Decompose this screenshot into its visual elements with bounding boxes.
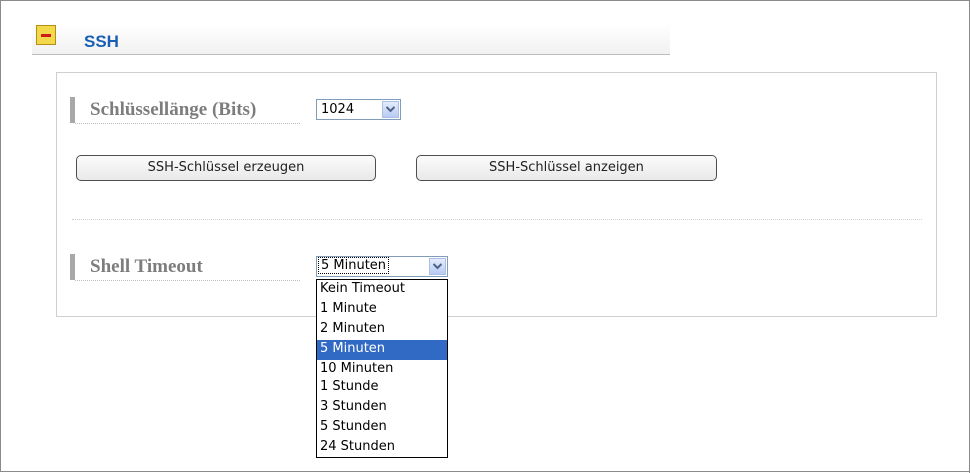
dropdown-option[interactable]: 2 Minuten <box>317 320 447 340</box>
minus-icon <box>41 34 51 37</box>
shell-timeout-label: Shell Timeout <box>90 256 203 277</box>
chevron-down-icon[interactable] <box>382 101 399 118</box>
key-length-label: Schlüssellänge (Bits) <box>90 99 257 120</box>
shell-timeout-label-block: Shell Timeout <box>70 254 300 281</box>
label-marker <box>70 97 75 123</box>
dropdown-option[interactable]: 10 Minuten <box>317 360 447 380</box>
label-marker <box>70 254 75 280</box>
dropdown-option[interactable]: Kein Timeout <box>317 280 447 300</box>
dropdown-option[interactable]: 3 Stunden <box>317 398 447 418</box>
label-underline <box>75 280 300 281</box>
shell-timeout-dropdown-list: Kein Timeout 1 Minute 2 Minuten 5 Minute… <box>316 279 448 458</box>
shell-timeout-select[interactable]: 5 Minuten <box>316 256 448 277</box>
dropdown-option-selected[interactable]: 5 Minuten <box>317 340 447 360</box>
section-title: SSH <box>84 32 119 51</box>
label-underline <box>75 123 300 124</box>
shell-timeout-value: 5 Minuten <box>317 257 390 274</box>
chevron-down-icon[interactable] <box>429 258 446 275</box>
dropdown-option[interactable]: 5 Stunden <box>317 418 447 438</box>
show-ssh-key-button[interactable]: SSH-Schlüssel anzeigen <box>416 155 717 181</box>
key-length-select[interactable]: 1024 <box>316 99 401 120</box>
key-length-value: 1024 <box>321 102 355 117</box>
generate-ssh-key-button[interactable]: SSH-Schlüssel erzeugen <box>76 155 376 181</box>
collapse-button[interactable] <box>36 25 56 45</box>
dropdown-option[interactable]: 1 Stunde <box>317 378 447 398</box>
dropdown-option[interactable]: 24 Stunden <box>317 438 447 458</box>
section-header <box>32 24 670 55</box>
dropdown-option[interactable]: 1 Minute <box>317 300 447 320</box>
key-length-label-block: Schlüssellänge (Bits) <box>70 97 300 124</box>
divider <box>72 219 922 220</box>
